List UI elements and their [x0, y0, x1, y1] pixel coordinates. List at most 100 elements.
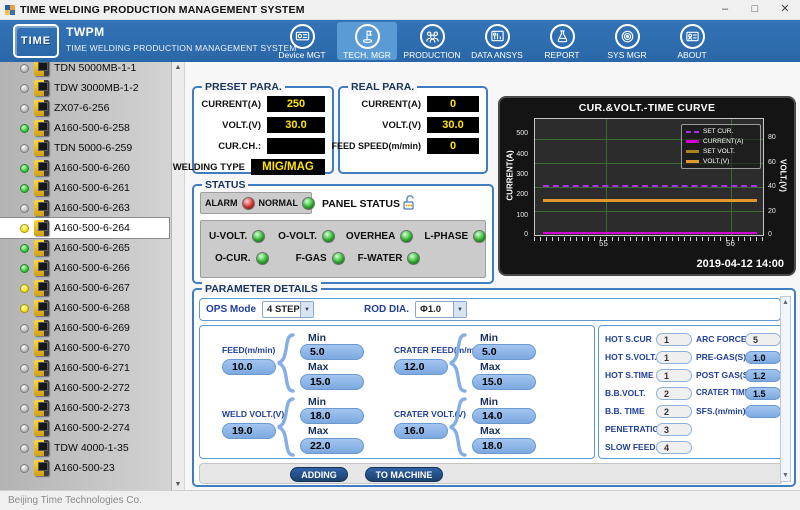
- x-tick: 55: [599, 239, 608, 248]
- list-item[interactable]: A160-500-2-273: [0, 398, 169, 418]
- alarm-normal-strip: ALARM NORMAL: [200, 192, 312, 214]
- status-dot: [20, 424, 29, 433]
- real-feed-label: FEED SPEED(m/min): [331, 141, 421, 151]
- real-volt-value: 30.0: [427, 117, 479, 133]
- bb-time-field[interactable]: 2: [656, 405, 692, 418]
- pre-gas-field[interactable]: 1.0: [745, 351, 781, 364]
- feed-current-field[interactable]: 10.0: [222, 359, 276, 375]
- weld-volt-max-field[interactable]: 22.0: [300, 438, 364, 454]
- welder-icon: [34, 400, 49, 416]
- arc-force-field[interactable]: 5: [745, 333, 781, 346]
- list-item-selected[interactable]: A160-500-6-264: [0, 218, 169, 238]
- right-tick: 60: [768, 159, 788, 166]
- list-item[interactable]: A160-500-6-268: [0, 298, 169, 318]
- report-icon: [550, 24, 575, 49]
- feed-min-field[interactable]: 5.0: [300, 344, 364, 360]
- list-item[interactable]: A160-500-6-267: [0, 278, 169, 298]
- hot-s-volt-field[interactable]: 1: [656, 351, 692, 364]
- slow-feed-field[interactable]: 4: [656, 441, 692, 454]
- device-list: TDN 5000MB-1-1 TDW 3000MB-1-2 ZX07-6-256…: [0, 62, 185, 478]
- crater-volt-min-field[interactable]: 14.0: [472, 408, 536, 424]
- nav-data-ansys[interactable]: DATA ANSYS: [467, 22, 527, 60]
- list-item[interactable]: A160-500-6-266: [0, 258, 169, 278]
- list-item[interactable]: TDW 4000-1-35: [0, 438, 169, 458]
- ops-mode-select[interactable]: 4 STEP▼: [262, 301, 314, 318]
- preset-type-value: MIG/MAG: [251, 159, 325, 175]
- right-tick: 0: [768, 231, 788, 238]
- nav-tech-mgr[interactable]: TECH. MGR: [337, 22, 397, 60]
- scroll-up-icon[interactable]: ▲: [782, 299, 789, 306]
- gridline: [535, 211, 763, 212]
- list-item[interactable]: TDN 5000-6-259: [0, 138, 169, 158]
- nav-production[interactable]: PRODUCTION: [402, 22, 462, 60]
- maximize-button[interactable]: □: [740, 0, 770, 19]
- hot-s-cur-field[interactable]: 1: [656, 333, 692, 346]
- sfs-field[interactable]: [745, 405, 781, 418]
- weld-volt-min-field[interactable]: 18.0: [300, 408, 364, 424]
- scroll-down-icon[interactable]: ▼: [782, 472, 789, 479]
- preset-current-label: CURRENT(A): [201, 99, 261, 110]
- crater-feed-min-field[interactable]: 5.0: [472, 344, 536, 360]
- list-item[interactable]: A160-500-2-274: [0, 418, 169, 438]
- adding-button[interactable]: ADDING: [290, 467, 348, 482]
- ops-strip: OPS Mode 4 STEP▼ ROD DIA. Φ1.0▼: [199, 298, 781, 321]
- sidebar-scrollbar[interactable]: ▲▼: [171, 62, 184, 490]
- list-item[interactable]: A160-500-6-270: [0, 338, 169, 358]
- list-item[interactable]: A160-500-6-269: [0, 318, 169, 338]
- rod-dia-select[interactable]: Φ1.0▼: [415, 301, 467, 318]
- close-button[interactable]: ✕: [770, 0, 800, 19]
- main-content: PRESET PARA. CURRENT(A)250 VOLT.(V)30.0 …: [185, 62, 800, 490]
- crater-volt-max-field[interactable]: 18.0: [472, 438, 536, 454]
- feed-max-field[interactable]: 15.0: [300, 374, 364, 390]
- welder-icon: [34, 140, 49, 156]
- app-header: TIME TWPM TIME WELDING PRODUCTION MANAGE…: [0, 20, 800, 62]
- left-tick: 300: [504, 171, 528, 178]
- welder-icon: [34, 280, 49, 296]
- preset-current-value: 250: [267, 96, 325, 112]
- bb-volt-field[interactable]: 2: [656, 387, 692, 400]
- crater-feed-max-field[interactable]: 15.0: [472, 374, 536, 390]
- nav-device-mgt[interactable]: Device MGT: [272, 22, 332, 60]
- scroll-down-icon[interactable]: ▼: [175, 481, 182, 488]
- list-item[interactable]: A160-500-6-261: [0, 178, 169, 198]
- parameter-details-panel: PARAMETER DETAILS OPS Mode 4 STEP▼ ROD D…: [192, 288, 796, 487]
- nav-report[interactable]: REPORT: [532, 22, 592, 60]
- welder-icon: [34, 62, 49, 76]
- chart-timestamp: 2019-04-12 14:00: [697, 258, 784, 270]
- list-item[interactable]: ZX07-6-256: [0, 98, 169, 118]
- to-machine-button[interactable]: TO MACHINE: [365, 467, 443, 482]
- status-dot: [20, 444, 29, 453]
- list-item[interactable]: TDW 3000MB-1-2: [0, 78, 169, 98]
- post-gas-field[interactable]: 1.2: [745, 369, 781, 382]
- chart-legend: SET CUR. CURRENT(A) SET VOLT. VOLT.(V): [681, 124, 761, 169]
- chevron-down-icon[interactable]: ▼: [300, 302, 313, 317]
- status-dot: [20, 464, 29, 473]
- list-item[interactable]: TDN 5000MB-1-1: [0, 62, 169, 78]
- feed-range-control: FEED(m/min) 10.0 Min 5.0 Max 15.0: [222, 332, 394, 394]
- list-item[interactable]: A160-500-2-272: [0, 378, 169, 398]
- list-item[interactable]: A160-500-6-271: [0, 358, 169, 378]
- crater-feed-current-field[interactable]: 12.0: [394, 359, 448, 375]
- list-item[interactable]: A160-500-6-260: [0, 158, 169, 178]
- welder-icon: [34, 260, 49, 276]
- nav-about[interactable]: ABOUT: [662, 22, 722, 60]
- status-dot: [20, 124, 29, 133]
- nav-sys-mgr[interactable]: SYS MGR: [597, 22, 657, 60]
- weld-volt-current-field[interactable]: 19.0: [222, 423, 276, 439]
- time-logo: TIME: [13, 24, 59, 58]
- chevron-down-icon[interactable]: ▼: [453, 302, 466, 317]
- alarm-label: ALARM: [205, 198, 238, 208]
- penetration-field[interactable]: 3: [656, 423, 692, 436]
- minimize-button[interactable]: –: [710, 0, 740, 19]
- welder-icon: [34, 320, 49, 336]
- hot-s-time-field[interactable]: 1: [656, 369, 692, 382]
- scroll-up-icon[interactable]: ▲: [175, 64, 182, 71]
- crater-time-field[interactable]: 1.5: [745, 387, 781, 400]
- list-item[interactable]: A160-500-23: [0, 458, 169, 478]
- list-item[interactable]: A160-500-6-258: [0, 118, 169, 138]
- crater-volt-current-field[interactable]: 16.0: [394, 423, 448, 439]
- params-scrollbar[interactable]: ▲▼: [780, 296, 791, 482]
- list-item[interactable]: A160-500-6-265: [0, 238, 169, 258]
- legend-swatch: [686, 150, 699, 153]
- list-item[interactable]: A160-500-6-263: [0, 198, 169, 218]
